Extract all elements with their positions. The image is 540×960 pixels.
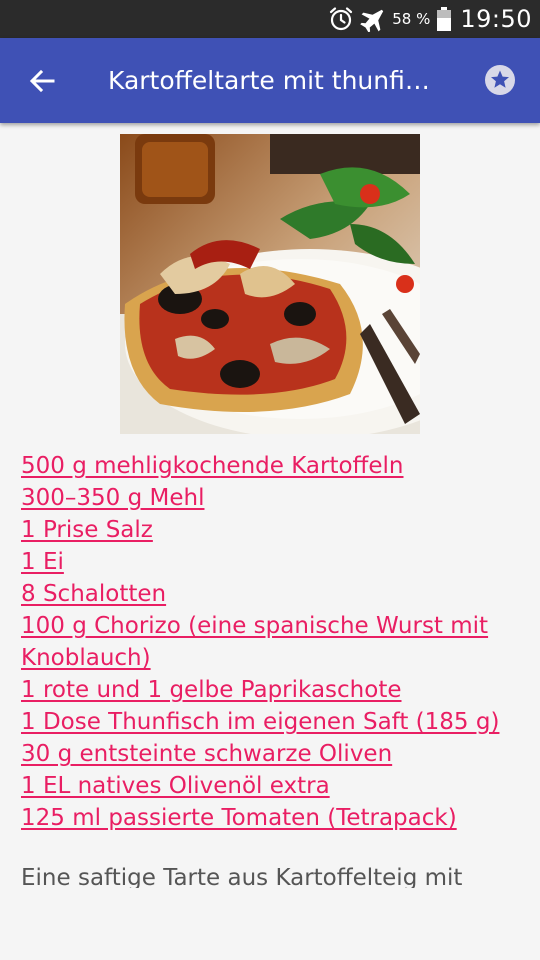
app-bar: Kartoffeltarte mit thunfi… — [0, 38, 540, 123]
clock: 19:50 — [460, 5, 532, 33]
ingredient-link[interactable]: 1 rote und 1 gelbe Paprikaschote — [21, 674, 526, 706]
ingredient-link[interactable]: 1 Ei — [21, 546, 526, 578]
battery-icon — [436, 6, 452, 32]
ingredient-link[interactable]: 1 Prise Salz — [21, 514, 526, 546]
ingredient-link[interactable]: 30 g entsteinte schwarze Oliven — [21, 738, 526, 770]
recipe-image — [120, 134, 420, 434]
ingredient-link-text[interactable]: 1 Dose Thunfisch im eigenen Saft (185 g) — [21, 709, 499, 735]
ingredient-link-text[interactable]: 1 Prise Salz — [21, 517, 153, 543]
alarm-icon — [328, 6, 354, 32]
battery-percent: 58 % — [392, 10, 431, 28]
ingredient-link-text[interactable]: 125 ml passierte Tomaten (Tetrapack) — [21, 805, 457, 831]
ingredient-link-text[interactable]: 30 g entsteinte schwarze Oliven — [21, 741, 392, 767]
favorite-button[interactable] — [484, 64, 516, 96]
ingredient-link[interactable]: 300–350 g Mehl — [21, 482, 526, 514]
airplane-mode-icon — [360, 6, 388, 32]
ingredient-link[interactable]: 100 g Chorizo (eine spanische Wurst mit … — [21, 610, 526, 674]
page-title: Kartoffeltarte mit thunfi… — [108, 66, 430, 95]
ingredient-link-text[interactable]: 1 rote und 1 gelbe Paprikaschote — [21, 677, 402, 703]
ingredient-link-text[interactable]: 100 g Chorizo (eine spanische Wurst mit … — [21, 613, 488, 671]
ingredient-link[interactable]: 500 g mehligkochende Kartoffeln — [21, 450, 526, 482]
ingredient-link-text[interactable]: 8 Schalotten — [21, 581, 166, 607]
ingredient-link-text[interactable]: 500 g mehligkochende Kartoffeln — [21, 453, 404, 479]
recipe-description: Eine saftige Tarte aus Kartoffelteig mit — [21, 865, 463, 888]
description-container: Eine saftige Tarte aus Kartoffelteig mit — [21, 862, 526, 888]
ingredient-link-text[interactable]: 1 Ei — [21, 549, 64, 575]
ingredient-link[interactable]: 125 ml passierte Tomaten (Tetrapack) — [21, 802, 526, 834]
ingredient-link[interactable]: 8 Schalotten — [21, 578, 526, 610]
ingredient-link[interactable]: 1 EL natives Olivenöl extra — [21, 770, 526, 802]
ingredient-link-text[interactable]: 300–350 g Mehl — [21, 485, 204, 511]
status-bar: 58 % 19:50 — [0, 0, 540, 38]
ingredient-link-text[interactable]: 1 EL natives Olivenöl extra — [21, 773, 330, 799]
ingredient-link[interactable]: 1 Dose Thunfisch im eigenen Saft (185 g) — [21, 706, 526, 738]
ingredient-list: 500 g mehligkochende Kartoffeln 300–350 … — [21, 450, 526, 834]
star-icon — [484, 64, 516, 96]
arrow-left-icon — [29, 69, 55, 93]
back-button[interactable] — [0, 38, 84, 123]
